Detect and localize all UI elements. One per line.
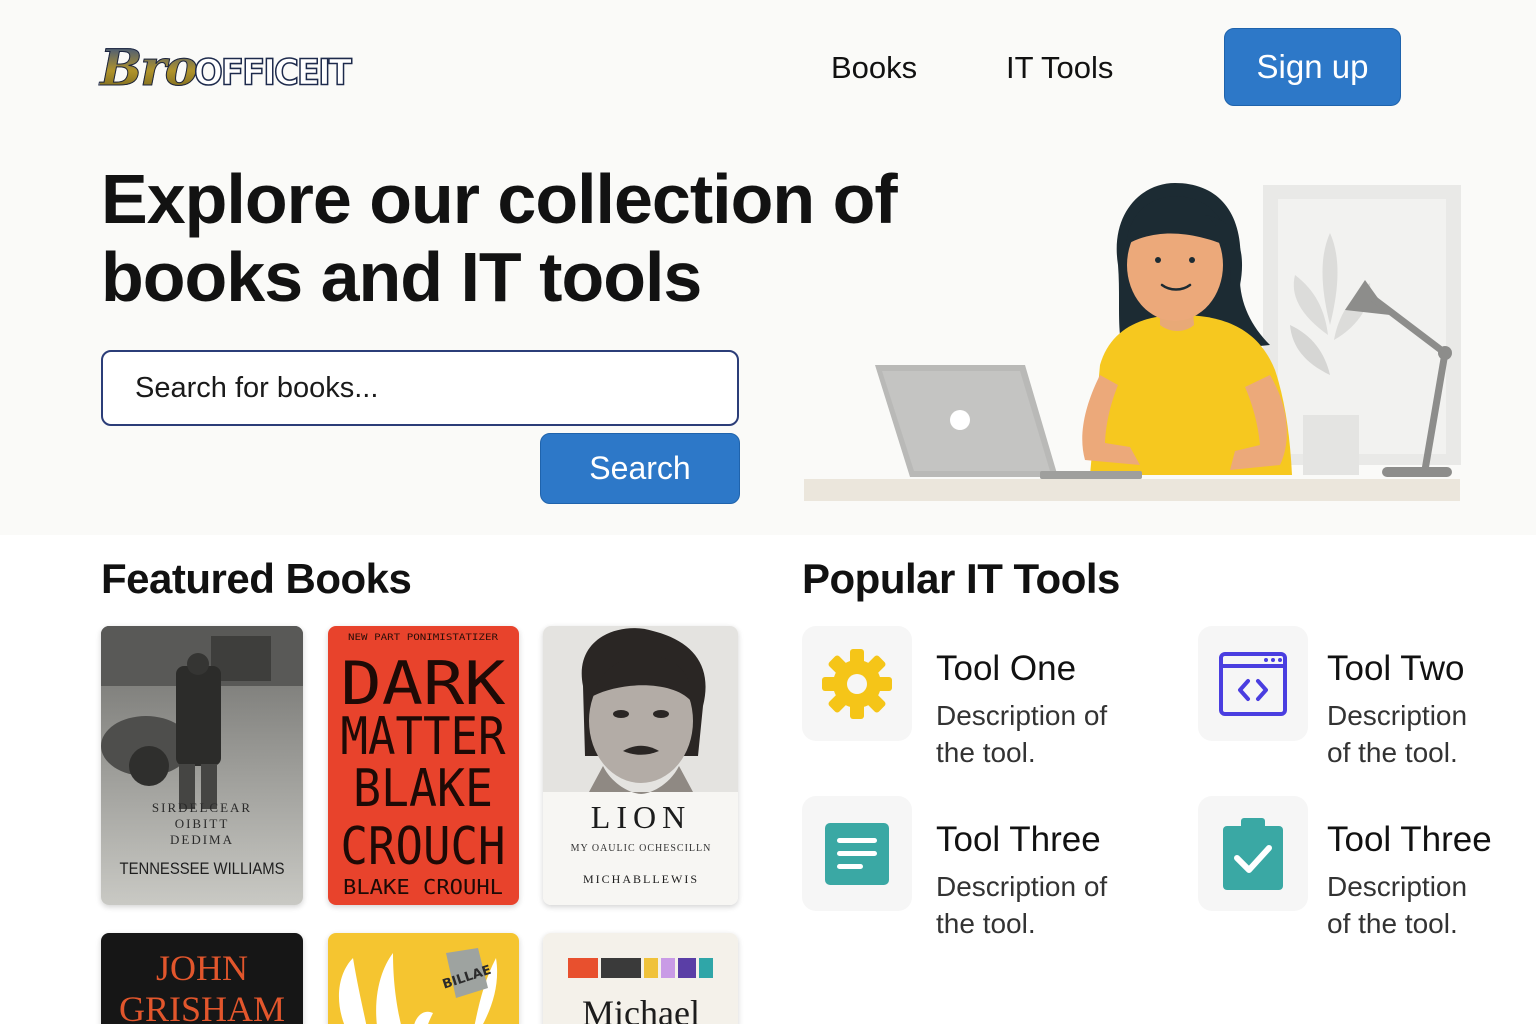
logo-wordmark-part1: Bro — [100, 38, 199, 97]
tool-one-desc-line1: Description of — [936, 700, 1108, 731]
hero-illustration — [804, 183, 1461, 501]
tool-one-name[interactable]: Tool One — [936, 649, 1076, 689]
book3-author: MICHABLLEWIS — [583, 872, 699, 886]
clipboard-check-icon — [1223, 817, 1283, 890]
search-button[interactable]: Search — [540, 433, 740, 504]
book6-title: Michael — [582, 993, 700, 1024]
tool-four-desc-line1: Description — [1327, 871, 1468, 902]
tool-four-description: Description of the tool. — [1327, 868, 1467, 942]
book2-title-line2: MATTER — [341, 707, 507, 767]
book2-title-line4: CROUCH — [341, 817, 506, 877]
book-cover-tennessee-williams[interactable]: SIRDELCEAR OIBITT DEDIMA TENNESSEE WILLI… — [101, 626, 303, 905]
book2-title-line3: BLAKE — [353, 759, 493, 819]
book1-author: TENNESSEE WILLIAMS — [120, 859, 285, 878]
logo-wordmark-part2: OFFICEIT — [193, 51, 353, 95]
nav-link-books[interactable]: Books — [831, 48, 917, 88]
book2-tagline: NEW PART PONIMISTATIZER — [348, 633, 499, 643]
hero-title: Explore our collection of books and IT t… — [101, 160, 901, 316]
tool-three-name[interactable]: Tool Three — [936, 820, 1101, 860]
book-cover-michael[interactable]: Michael — [543, 933, 738, 1024]
book1-cover-line1: SIRDELCEAR — [152, 800, 252, 815]
nav-link-it-tools[interactable]: IT Tools — [1006, 48, 1113, 88]
book3-subtitle: MY OAULIC OCHESCILLN — [571, 843, 712, 854]
code-window-icon — [1219, 651, 1287, 716]
gear-icon — [822, 648, 892, 719]
book4-title-line2: GRISHAM — [119, 989, 285, 1024]
tool-two-icon-tile[interactable] — [1198, 626, 1308, 741]
book2-author: BLAKE CROUHL — [343, 875, 503, 899]
book-cover-john-grisham[interactable]: JOHN GRISHAM — [101, 933, 303, 1024]
tool-four-icon-tile[interactable] — [1198, 796, 1308, 911]
tool-one-desc-line2: the tool. — [936, 737, 1036, 768]
tool-three-icon-tile[interactable] — [802, 796, 912, 911]
book4-title-line1: JOHN — [156, 948, 248, 988]
tool-two-desc-line1: Description — [1327, 700, 1468, 731]
signup-button[interactable]: Sign up — [1224, 28, 1401, 106]
book3-title: LION — [591, 799, 691, 835]
tool-one-description: Description of the tool. — [936, 697, 1107, 771]
hero-title-line2: books and IT tools — [101, 238, 702, 316]
tool-four-name[interactable]: Tool Three — [1327, 820, 1492, 860]
book-cover-dark-matter[interactable]: NEW PART PONIMISTATIZER DARK MATTER BLAK… — [328, 626, 519, 905]
tool-three-desc-line2: the tool. — [936, 908, 1036, 939]
book-cover-lion[interactable]: LION MY OAULIC OCHESCILLN MICHABLLEWIS — [543, 626, 738, 905]
book1-cover-line3: DEDIMA — [170, 832, 234, 847]
tool-one-icon-tile[interactable] — [802, 626, 912, 741]
tool-three-desc-line1: Description of — [936, 871, 1108, 902]
search-input[interactable] — [101, 350, 739, 426]
featured-books-title: Featured Books — [101, 555, 412, 602]
tool-two-description: Description of the tool. — [1327, 697, 1467, 771]
book-cover-yellow[interactable]: BILLAE — [328, 933, 519, 1024]
document-icon — [825, 822, 889, 885]
tool-two-name[interactable]: Tool Two — [1327, 649, 1465, 689]
tool-two-desc-line2: of the tool. — [1327, 737, 1458, 768]
tool-three-description: Description of the tool. — [936, 868, 1107, 942]
tool-four-desc-line2: of the tool. — [1327, 908, 1458, 939]
book1-cover-line2: OIBITT — [175, 816, 230, 831]
hero-title-line1: Explore our collection of — [101, 160, 898, 238]
logo[interactable]: Bro OFFICEIT — [100, 36, 353, 97]
popular-tools-title: Popular IT Tools — [802, 555, 1120, 602]
